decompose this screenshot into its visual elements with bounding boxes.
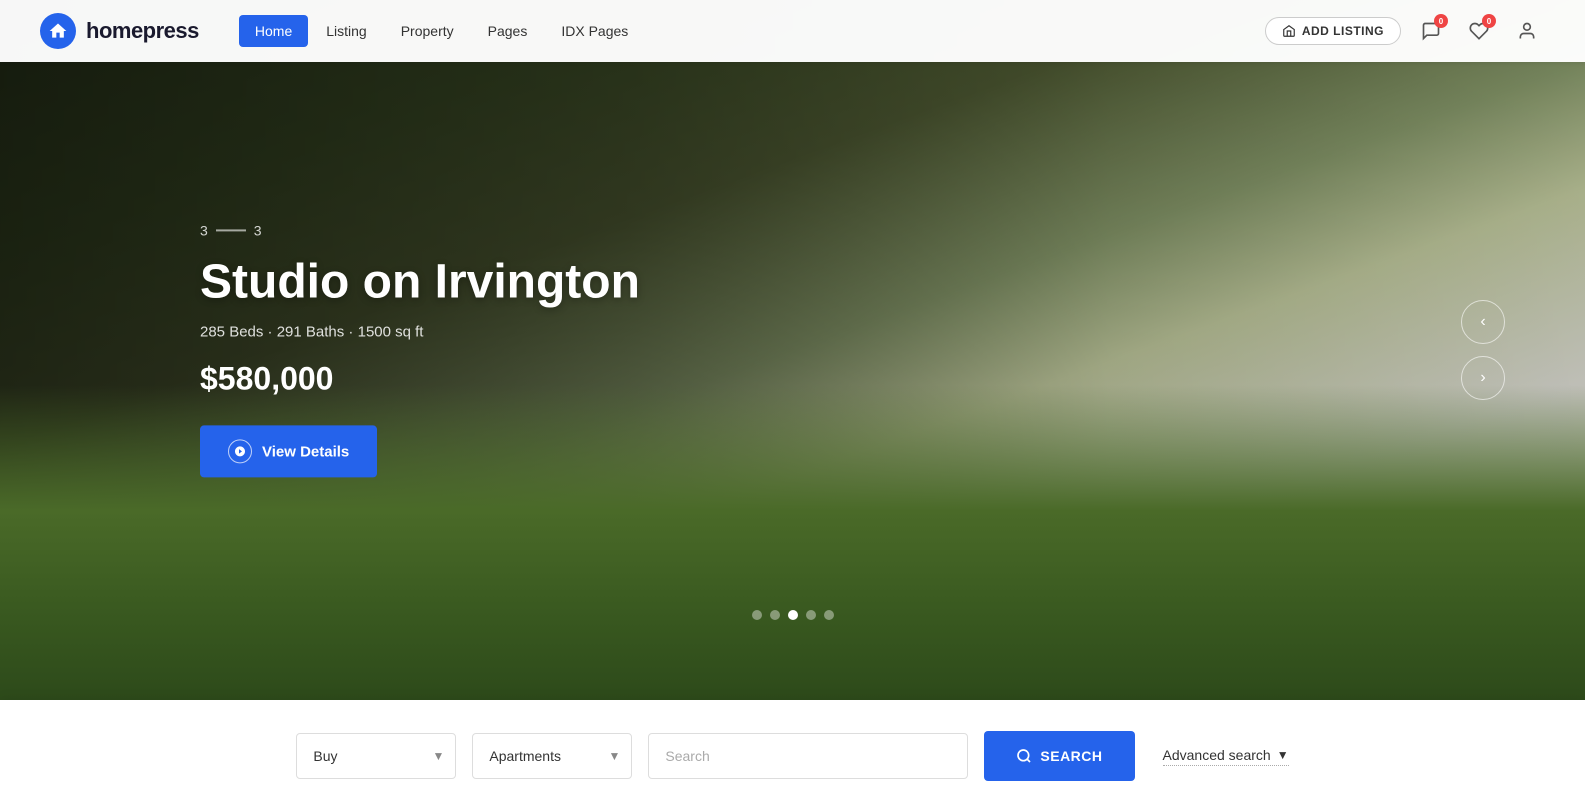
hero-section: 3 3 Studio on Irvington 285 Beds · 291 B… (0, 0, 1585, 700)
home-logo-icon (48, 21, 68, 41)
advanced-search-button[interactable]: Advanced search ▼ (1163, 747, 1289, 766)
slide-line (216, 230, 246, 232)
dot-5[interactable] (824, 610, 834, 620)
dot-1[interactable] (752, 610, 762, 620)
wishlist-badge: 0 (1482, 14, 1496, 28)
user-profile-button[interactable] (1509, 13, 1545, 49)
buy-select-wrap: Buy Rent Sell ▼ (296, 733, 456, 779)
buy-select[interactable]: Buy Rent Sell (296, 733, 456, 779)
advanced-search-chevron-icon: ▼ (1277, 748, 1289, 762)
user-icon (1517, 21, 1537, 41)
nav-item-home[interactable]: Home (239, 15, 308, 47)
wishlist-button[interactable]: 0 (1461, 13, 1497, 49)
view-details-button[interactable]: View Details (200, 426, 377, 478)
advanced-search-label: Advanced search (1163, 747, 1271, 763)
search-button[interactable]: SEARCH (984, 731, 1134, 781)
view-details-icon (228, 440, 252, 464)
search-input[interactable] (648, 733, 968, 779)
search-bar: Buy Rent Sell ▼ Apartments House Studio … (0, 700, 1585, 812)
brand-name: homepress (86, 18, 199, 44)
search-inner: Buy Rent Sell ▼ Apartments House Studio … (296, 731, 1288, 781)
circle-arrow-icon (234, 446, 246, 458)
slider-prev-button[interactable]: ‹ (1461, 300, 1505, 344)
view-details-label: View Details (262, 443, 349, 460)
property-type-select[interactable]: Apartments House Studio Villa Commercial (472, 733, 632, 779)
property-type-select-wrap: Apartments House Studio Villa Commercial… (472, 733, 632, 779)
search-button-label: SEARCH (1040, 748, 1102, 764)
logo-icon (40, 13, 76, 49)
nav-right: ADD LISTING 0 0 (1265, 13, 1545, 49)
nav-links: Home Listing Property Pages IDX Pages (239, 15, 1265, 47)
logo[interactable]: homepress (40, 13, 199, 49)
nav-item-listing[interactable]: Listing (310, 15, 382, 47)
slide-num-left: 3 (200, 222, 208, 238)
hero-title: Studio on Irvington (200, 254, 640, 309)
dot-2[interactable] (770, 610, 780, 620)
messages-button[interactable]: 0 (1413, 13, 1449, 49)
add-listing-button[interactable]: ADD LISTING (1265, 17, 1401, 45)
navbar: homepress Home Listing Property Pages ID… (0, 0, 1585, 62)
messages-badge: 0 (1434, 14, 1448, 28)
slider-next-button[interactable]: › (1461, 356, 1505, 400)
hero-meta: 285 Beds · 291 Baths · 1500 sq ft (200, 324, 640, 341)
hero-content: 3 3 Studio on Irvington 285 Beds · 291 B… (200, 222, 640, 477)
dot-4[interactable] (806, 610, 816, 620)
dot-3[interactable] (788, 610, 798, 620)
hero-price: $580,000 (200, 361, 640, 398)
slider-dots (752, 610, 834, 620)
slide-num-right: 3 (254, 222, 262, 238)
search-icon (1016, 748, 1032, 764)
home-add-icon (1282, 24, 1296, 38)
nav-item-pages[interactable]: Pages (472, 15, 544, 47)
slide-indicators: 3 3 (200, 222, 640, 238)
nav-item-property[interactable]: Property (385, 15, 470, 47)
nav-item-idx-pages[interactable]: IDX Pages (545, 15, 644, 47)
search-input-wrap (648, 733, 968, 779)
